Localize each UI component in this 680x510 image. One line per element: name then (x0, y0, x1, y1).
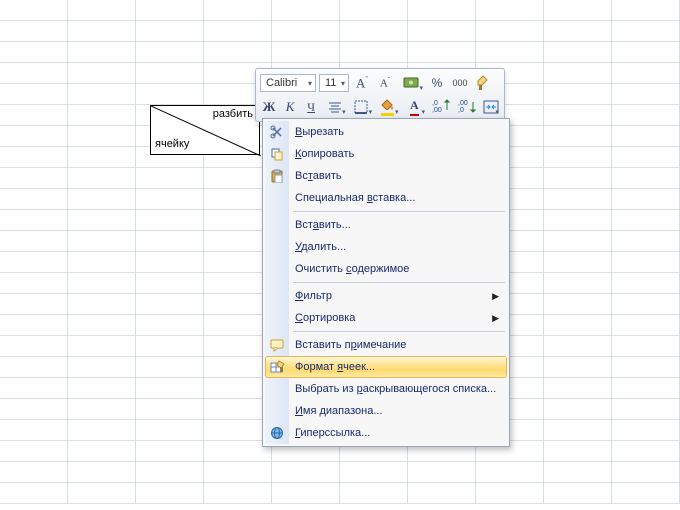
italic-button[interactable]: К (281, 97, 299, 117)
submenu-arrow-icon: ▶ (492, 291, 499, 302)
svg-text:,00: ,00 (432, 107, 442, 113)
merge-cells-button[interactable]: ▾ (482, 97, 500, 117)
menu-label: Формат ячеек... (295, 361, 375, 373)
menu-label: Вырезать (295, 126, 344, 138)
format-cells-icon (270, 359, 286, 375)
bold-button[interactable]: Ж (260, 97, 278, 117)
submenu-arrow-icon: ▶ (492, 313, 499, 324)
menu-label: Очистить содержимое (295, 263, 409, 275)
cell-text-top: разбить (213, 108, 253, 120)
underline-button[interactable]: Ч (302, 97, 320, 117)
menu-clear-contents[interactable]: Очистить содержимое (265, 258, 507, 280)
mini-format-toolbar: Calibri ▾ 11 ▾ Aˆ Aˇ ▾ % 000 Ж К Ч ▾ ▾ (255, 68, 505, 122)
menu-paste-special[interactable]: Специальная вставка... (265, 187, 507, 209)
menu-separator (293, 282, 505, 283)
font-color-icon: A (410, 98, 419, 116)
menu-label: Гиперссылка... (295, 427, 370, 439)
increase-decimal-icon: ,0,00 (432, 99, 450, 115)
menu-copy[interactable]: Копировать (265, 143, 507, 165)
font-color-button[interactable]: A ▾ (403, 97, 426, 117)
cell-text-bottom: ячейку (155, 138, 189, 150)
diagonal-split-cell[interactable]: разбить ячейку (150, 105, 260, 155)
accounting-format-button[interactable]: ▾ (398, 73, 424, 93)
percent-icon: % (432, 76, 443, 90)
globe-icon (269, 425, 285, 441)
menu-paste[interactable]: Вставить (265, 165, 507, 187)
menu-label: Сортировка (295, 312, 355, 324)
menu-delete[interactable]: Удалить... (265, 236, 507, 258)
menu-insert[interactable]: Вставить... (265, 214, 507, 236)
menu-label: Вставить (295, 170, 342, 182)
font-size-selector[interactable]: 11 ▾ (319, 74, 349, 92)
money-icon (403, 76, 419, 90)
chevron-down-icon: ▾ (342, 108, 346, 116)
align-icon (328, 101, 342, 113)
decrease-font-button[interactable]: Aˇ (375, 73, 395, 93)
border-icon (354, 100, 368, 114)
menu-name-range[interactable]: Имя диапазона... (265, 400, 507, 422)
menu-filter[interactable]: Фильтр ▶ (265, 285, 507, 307)
increase-font-button[interactable]: Aˆ (352, 73, 372, 93)
percent-format-button[interactable]: % (427, 73, 447, 93)
font-size-value: 11 (325, 77, 336, 89)
menu-label: Выбрать из раскрывающегося списка... (295, 383, 496, 395)
format-painter-button[interactable] (473, 73, 493, 93)
menu-format-cells[interactable]: Формат ячеек... (265, 356, 507, 378)
svg-text:,0: ,0 (458, 107, 464, 113)
menu-label: Вставить... (295, 219, 351, 231)
menu-separator (293, 331, 505, 332)
menu-label: Вставить примечание (295, 339, 406, 351)
decrease-decimal-button[interactable]: ,00,0 (455, 97, 478, 117)
chevron-down-icon: ▾ (419, 84, 423, 92)
comma-format-button[interactable]: 000 (450, 73, 470, 93)
copy-icon (269, 146, 285, 162)
clipboard-icon (269, 168, 285, 184)
menu-pick-from-list[interactable]: Выбрать из раскрывающегося списка... (265, 378, 507, 400)
context-menu: Вырезать Копировать Вставить Специальная… (262, 118, 510, 447)
chevron-down-icon: ▾ (369, 108, 373, 116)
paintbrush-icon (476, 75, 490, 91)
font-name-selector[interactable]: Calibri ▾ (260, 74, 316, 92)
menu-insert-comment[interactable]: Вставить примечание (265, 334, 507, 356)
menu-sort[interactable]: Сортировка ▶ (265, 307, 507, 329)
chevron-down-icon: ▾ (341, 79, 345, 88)
thousands-label: 000 (452, 78, 467, 88)
align-center-button[interactable]: ▾ (323, 97, 346, 117)
menu-label: Удалить... (295, 241, 346, 253)
menu-label: Фильтр (295, 290, 332, 302)
menu-label: Копировать (295, 148, 354, 160)
borders-button[interactable]: ▾ (350, 97, 373, 117)
menu-label: Специальная вставка... (295, 192, 415, 204)
chevron-down-icon: ▾ (395, 108, 399, 116)
comment-icon (269, 337, 285, 353)
bucket-icon (381, 99, 394, 116)
menu-hyperlink[interactable]: Гиперссылка... (265, 422, 507, 444)
font-name-value: Calibri (266, 77, 297, 89)
menu-separator (293, 211, 505, 212)
menu-label: Имя диапазона... (295, 405, 383, 417)
scissors-icon (269, 124, 285, 140)
increase-decimal-button[interactable]: ,0,00 (429, 97, 452, 117)
decrease-decimal-icon: ,00,0 (458, 99, 476, 115)
chevron-down-icon: ▾ (422, 108, 426, 116)
menu-cut[interactable]: Вырезать (265, 121, 507, 143)
fill-color-button[interactable]: ▾ (376, 97, 399, 117)
chevron-down-icon: ▾ (495, 108, 499, 116)
chevron-down-icon: ▾ (308, 79, 312, 88)
svg-text:,00: ,00 (458, 100, 468, 107)
svg-text:,0: ,0 (432, 100, 438, 107)
